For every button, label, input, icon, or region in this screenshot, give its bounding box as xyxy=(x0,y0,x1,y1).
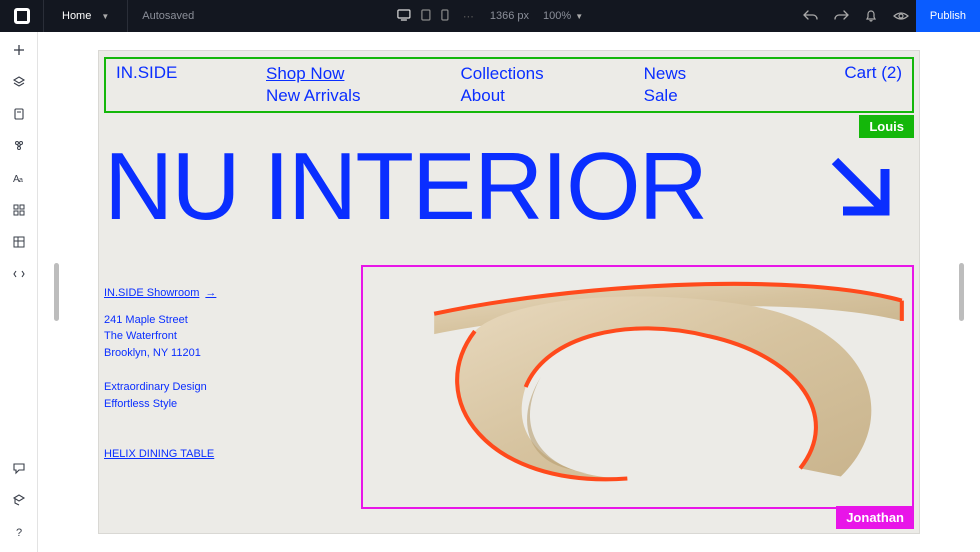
site-brand[interactable]: IN.SIDE xyxy=(116,63,266,107)
save-status: Autosaved xyxy=(128,10,208,22)
editor-canvas[interactable]: IN.SIDE Shop Now New Arrivals Collection… xyxy=(38,32,980,552)
notifications-icon[interactable] xyxy=(856,9,886,23)
add-tool-icon[interactable] xyxy=(11,42,27,58)
topbar-center-group: ⋯ 1366 px 100% ▼ xyxy=(397,9,583,24)
nav-link-sale[interactable]: Sale xyxy=(644,85,687,107)
desktop-icon[interactable] xyxy=(397,9,411,24)
apps-tool-icon[interactable] xyxy=(11,202,27,218)
zoom-value: 100% xyxy=(543,10,571,22)
breakpoint-more-icon[interactable]: ⋯ xyxy=(463,10,476,23)
site-nav-columns: Shop Now New Arrivals Collections About … xyxy=(266,63,686,107)
info-block: IN.SIDE Showroom → 241 Maple Street The … xyxy=(104,285,216,463)
nav-link-news[interactable]: News xyxy=(644,63,687,85)
nav-link-collections[interactable]: Collections xyxy=(460,63,543,85)
undo-button[interactable] xyxy=(796,9,826,23)
comments-tool-icon[interactable] xyxy=(11,460,27,476)
topbar-right-group: Publish xyxy=(796,0,980,32)
nav-link-about[interactable]: About xyxy=(460,85,543,107)
components-tool-icon[interactable] xyxy=(11,138,27,154)
mobile-icon[interactable] xyxy=(441,9,449,24)
zoom-selector[interactable]: 100% ▼ xyxy=(543,10,583,22)
nav-col-2: Collections About xyxy=(460,63,543,107)
help-tool-icon[interactable]: ? xyxy=(11,524,27,540)
showroom-link[interactable]: IN.SIDE Showroom → xyxy=(104,285,216,302)
code-tool-icon[interactable] xyxy=(11,266,27,282)
chevron-down-icon: ▼ xyxy=(101,12,109,21)
page-frame[interactable]: IN.SIDE Shop Now New Arrivals Collection… xyxy=(98,50,920,534)
typography-tool-icon[interactable]: Aa xyxy=(11,170,27,186)
redo-button[interactable] xyxy=(826,9,856,23)
chevron-down-icon: ▼ xyxy=(575,12,583,21)
product-illustration xyxy=(363,267,912,507)
arrow-down-right-icon[interactable] xyxy=(823,149,901,232)
device-preview-group xyxy=(397,9,449,24)
page-selector-label: Home xyxy=(62,10,91,22)
cms-tool-icon[interactable] xyxy=(11,234,27,250)
nav-col-1: Shop Now New Arrivals xyxy=(266,63,360,107)
address-block: 241 Maple Street The Waterfront Brooklyn… xyxy=(104,312,216,362)
address-line-3: Brooklyn, NY 11201 xyxy=(104,345,216,362)
site-header-selection[interactable]: IN.SIDE Shop Now New Arrivals Collection… xyxy=(104,57,914,113)
layers-tool-icon[interactable] xyxy=(11,74,27,90)
canvas-width-input[interactable]: 1366 px xyxy=(490,10,529,22)
tagline-line-2: Effortless Style xyxy=(104,396,216,413)
app-logo[interactable] xyxy=(0,0,44,32)
address-line-1: 241 Maple Street xyxy=(104,312,216,329)
learn-tool-icon[interactable] xyxy=(11,492,27,508)
nav-col-3: News Sale xyxy=(644,63,687,107)
page-selector[interactable]: Home ▼ xyxy=(44,0,128,32)
collab-tag-jonathan: Jonathan xyxy=(836,506,914,529)
nav-link-shop[interactable]: Shop Now xyxy=(266,63,360,85)
left-tool-rail: Aa ? xyxy=(0,32,38,552)
svg-text:a: a xyxy=(19,177,23,184)
canvas-scroll-handle-left[interactable] xyxy=(54,263,59,321)
publish-label: Publish xyxy=(930,10,966,22)
showroom-label: IN.SIDE Showroom xyxy=(104,285,199,302)
collab-tag-louis: Louis xyxy=(859,115,914,138)
product-name-link[interactable]: HELIX DINING TABLE xyxy=(104,446,216,463)
hero-headline[interactable]: NU INTERIOR xyxy=(104,139,706,235)
address-line-2: The Waterfront xyxy=(104,328,216,345)
tablet-icon[interactable] xyxy=(421,9,431,24)
product-image-selection[interactable] xyxy=(361,265,914,509)
pages-tool-icon[interactable] xyxy=(11,106,27,122)
tagline-line-1: Extraordinary Design xyxy=(104,379,216,396)
canvas-scroll-handle-right[interactable] xyxy=(959,263,964,321)
preview-eye-icon[interactable] xyxy=(886,10,916,22)
arrow-right-icon: → xyxy=(205,285,216,302)
cart-link[interactable]: Cart (2) xyxy=(844,63,902,107)
tagline-block: Extraordinary Design Effortless Style xyxy=(104,379,216,412)
nav-link-new-arrivals[interactable]: New Arrivals xyxy=(266,85,360,107)
svg-text:?: ? xyxy=(16,527,22,539)
publish-button[interactable]: Publish xyxy=(916,0,980,32)
app-topbar: Home ▼ Autosaved ⋯ 1366 px 100% ▼ xyxy=(0,0,980,32)
topbar-left-group: Home ▼ Autosaved xyxy=(0,0,208,32)
